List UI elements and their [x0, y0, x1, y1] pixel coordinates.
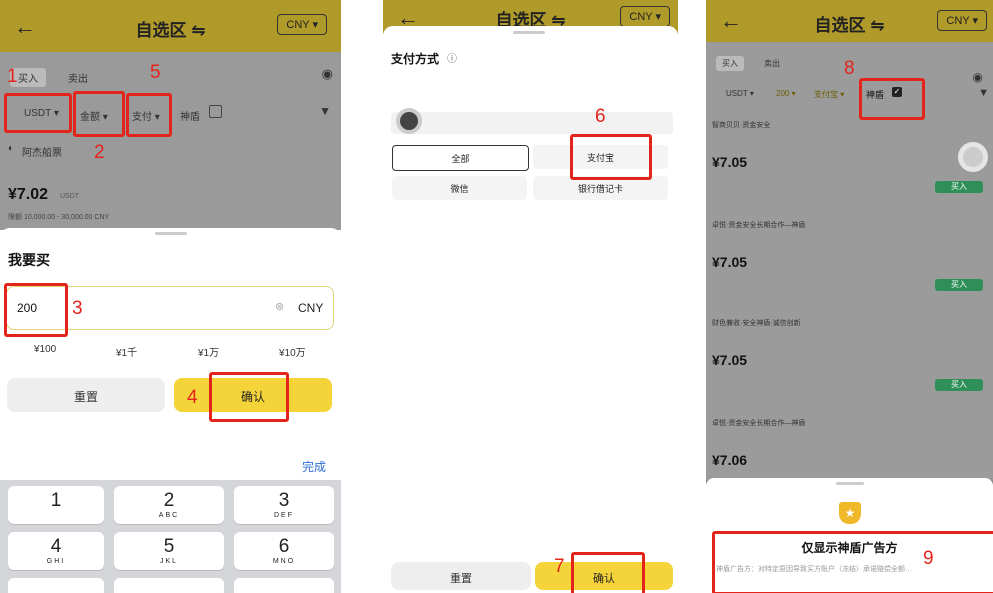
advertiser-avatar: ◐: [8, 143, 15, 154]
payment-search-input[interactable]: [391, 112, 673, 134]
sheet-handle[interactable]: [836, 482, 864, 485]
step-marker-1: 1: [7, 66, 18, 87]
highlight-box-8: [859, 78, 925, 120]
quick-amount-100[interactable]: ¥100: [34, 344, 56, 355]
currency-selector[interactable]: CNY ▾: [937, 10, 987, 31]
step-marker-8: 8: [844, 58, 855, 79]
highlight-box-5: [126, 93, 172, 137]
key-9[interactable]: [234, 578, 334, 593]
ad-2-name[interactable]: 卓悦·资金安全长期合作—神盾: [712, 220, 805, 230]
tab-sell[interactable]: 卖出: [68, 70, 88, 85]
shield-badge-icon: ★: [839, 502, 861, 524]
ad-unit: USDT: [60, 193, 80, 200]
shield-checkbox[interactable]: [209, 105, 222, 118]
tab-buy[interactable]: 买入: [716, 56, 744, 71]
highlight-box-4: [209, 372, 289, 422]
filter-settings-icon[interactable]: ◉: [973, 70, 983, 84]
info-icon[interactable]: ⓘ: [447, 50, 457, 65]
currency-selector[interactable]: CNY ▾: [620, 6, 670, 27]
reset-button[interactable]: 重置: [7, 378, 165, 412]
sheet-handle[interactable]: [513, 31, 545, 34]
clear-icon[interactable]: ⊗: [275, 300, 284, 313]
ad-1-buy-button[interactable]: 买入: [935, 181, 983, 193]
quick-amount-10k[interactable]: ¥1万: [198, 344, 219, 359]
panel-payment-method: ← 自选区 ⇋ CNY ▾ 支付方式 ⓘ 全部 支付宝 微信 银行借记卡 重置 …: [383, 0, 678, 593]
sheet-handle[interactable]: [155, 232, 187, 235]
ad-price: ¥7.02: [8, 186, 49, 203]
touch-indicator-icon: [958, 142, 988, 172]
numeric-keypad: 1 2 ABC 3 DEF 4 GHI 5 JKL 6 MNO: [0, 480, 341, 593]
highlight-box-1: [4, 93, 72, 133]
dimmed-list: 买入 卖出 ◉ USDT ▾ 金额 ▾ 支付 ▾ 神盾 ▼ ◐ 阿杰船票 ¥7.…: [0, 52, 341, 230]
coin-filter[interactable]: USDT ▾: [726, 89, 754, 98]
done-button[interactable]: 完成: [302, 458, 326, 475]
step-marker-9: 9: [923, 548, 934, 569]
filter-settings-icon[interactable]: ◉: [322, 66, 333, 82]
shield-filter-label: 神盾: [180, 112, 200, 123]
key-3[interactable]: 3 DEF: [234, 486, 334, 524]
ad-3-price: ¥7.05: [712, 352, 748, 368]
key-2[interactable]: 2 ABC: [114, 486, 224, 524]
amount-currency: CNY: [298, 301, 324, 315]
panel-shield-filter: ← 自选区 ⇋ CNY ▾ 买入 卖出 ◉ USDT ▾ 200 ▾ 支付宝 ▾…: [706, 0, 993, 593]
payment-title: 支付方式: [391, 52, 440, 66]
step-marker-2: 2: [94, 142, 105, 163]
highlight-box-3: [4, 283, 68, 337]
panel-amount-input: ← 自选区 ⇋ CNY ▾ 买入 卖出 ◉ USDT ▾ 金额 ▾ 支付 ▾ 神…: [0, 0, 341, 593]
currency-selector[interactable]: CNY ▾: [277, 14, 327, 35]
ad-2-buy-button[interactable]: 买入: [935, 279, 983, 291]
step-marker-6: 6: [595, 106, 606, 127]
ad-3-name[interactable]: 财色兼收·安全神盾·诚信创新: [712, 318, 801, 328]
option-all[interactable]: 全部: [392, 145, 529, 171]
step-marker-5: 5: [150, 62, 161, 83]
highlight-box-9: [712, 531, 993, 593]
funnel-icon[interactable]: ▼: [978, 87, 989, 99]
highlight-box-2: [73, 91, 125, 137]
amount-filter[interactable]: 200 ▾: [776, 89, 796, 98]
key-8[interactable]: [114, 578, 224, 593]
ad-2-price: ¥7.05: [712, 254, 748, 270]
step-marker-3: 3: [72, 298, 83, 319]
quick-amount-100k[interactable]: ¥10万: [279, 344, 306, 359]
key-5[interactable]: 5 JKL: [114, 532, 224, 570]
key-1[interactable]: 1: [8, 486, 104, 524]
top-bar: ← 自选区 ⇋ CNY ▾: [0, 0, 341, 52]
ad-limit: 限额 10,000.00 - 30,000.00 CNY: [8, 214, 110, 221]
option-wechat[interactable]: 微信: [392, 176, 527, 200]
touch-indicator-icon: [396, 108, 422, 134]
quick-amount-1k[interactable]: ¥1千: [116, 344, 137, 359]
payment-filter[interactable]: 支付宝 ▾: [814, 89, 844, 100]
top-bar: ← 自选区 ⇋ CNY ▾: [706, 0, 993, 42]
highlight-box-7: [571, 552, 645, 593]
step-marker-7: 7: [554, 556, 565, 577]
reset-button[interactable]: 重置: [391, 562, 531, 590]
funnel-icon[interactable]: ▼: [319, 104, 331, 118]
key-4[interactable]: 4 GHI: [8, 532, 104, 570]
ad-1-price: ¥7.05: [712, 154, 748, 170]
payment-sheet: 支付方式 ⓘ 全部 支付宝 微信 银行借记卡 重置 确认: [383, 26, 678, 593]
key-6[interactable]: 6 MNO: [234, 532, 334, 570]
step-marker-4: 4: [187, 387, 198, 408]
advertiser-name[interactable]: 阿杰船票: [22, 144, 62, 159]
key-7[interactable]: [8, 578, 104, 593]
ad-4-name[interactable]: 卓悦·资金安全长期合作—神盾: [712, 418, 805, 428]
ad-4-price: ¥7.06: [712, 452, 748, 468]
ad-list: 买入 卖出 ◉ USDT ▾ 200 ▾ 支付宝 ▾ 神盾 ✓ ▼ 智商贝贝·资…: [706, 42, 993, 480]
ad-3-buy-button[interactable]: 买入: [935, 379, 983, 391]
tab-sell[interactable]: 卖出: [764, 58, 780, 69]
ad-1-name[interactable]: 智商贝贝·资金安全: [712, 120, 770, 130]
highlight-box-6: [570, 134, 652, 180]
sheet-title: 我要买: [8, 252, 50, 268]
